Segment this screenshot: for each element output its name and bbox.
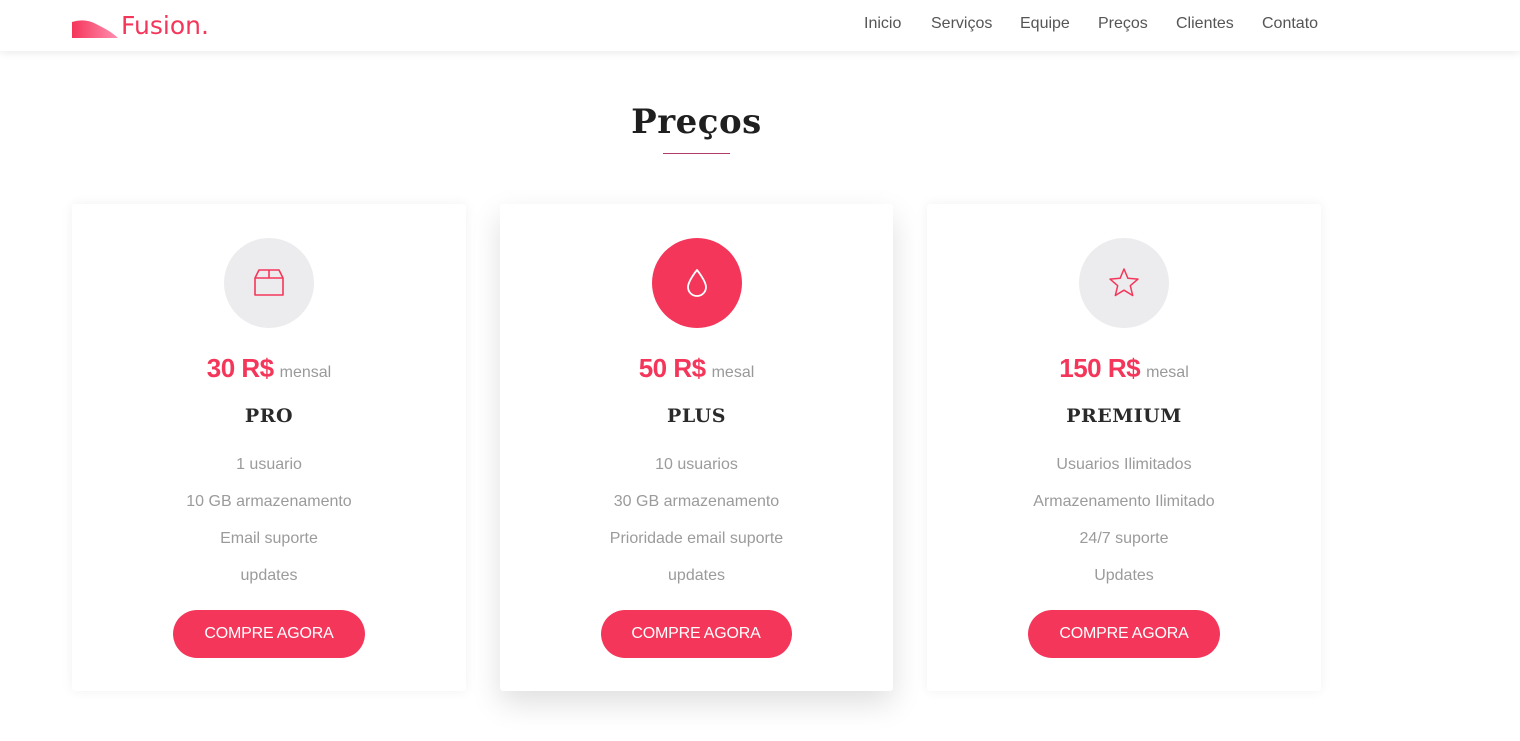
feature-list: 1 usuario 10 GB armazenamento Email supo…: [72, 446, 466, 594]
nav-item-equipe[interactable]: Equipe: [1020, 14, 1070, 34]
nav-item-clientes[interactable]: Clientes: [1176, 14, 1234, 34]
plan-price: 50 R$: [638, 353, 706, 383]
plan-price: 30 R$: [206, 353, 274, 383]
buy-now-button[interactable]: COMPRE AGORA: [1028, 610, 1220, 658]
section-title: Preços: [631, 102, 762, 142]
plan-icon-circle: [224, 238, 314, 328]
nav-item-contato[interactable]: Contato: [1262, 14, 1318, 34]
title-underline: [663, 153, 730, 154]
page: Fusion. Inicio Serviços Equipe Preços Cl…: [0, 0, 1520, 741]
plan-period: mesal: [711, 364, 755, 381]
pricing-card-premium: 150 R$ mesal PREMIUM Usuarios Ilimitados…: [927, 204, 1321, 691]
main-nav: Inicio Serviços Equipe Preços Clientes C…: [0, 14, 1520, 36]
feature-item: Updates: [1094, 567, 1154, 584]
plan-name: PREMIUM: [1066, 405, 1182, 427]
nav-item-inicio[interactable]: Inicio: [864, 14, 901, 34]
feature-list: Usuarios Ilimitados Armazenamento Ilimit…: [927, 446, 1321, 594]
box-icon: [254, 269, 284, 296]
price-row: 150 R$ mesal: [927, 350, 1321, 386]
plan-price: 150 R$: [1059, 353, 1141, 383]
feature-list: 10 usuarios 30 GB armazenamento Priorida…: [500, 446, 893, 594]
plan-icon-circle: [1079, 238, 1169, 328]
feature-item: Usuarios Ilimitados: [1056, 456, 1192, 473]
feature-item: 10 usuarios: [655, 456, 738, 473]
feature-item: Email suporte: [220, 530, 318, 547]
price-row: 30 R$ mensal: [72, 350, 466, 386]
feature-item: 30 GB armazenamento: [613, 493, 780, 510]
feature-item: updates: [240, 567, 298, 584]
feature-item: 24/7 suporte: [1079, 530, 1169, 547]
feature-item: Armazenamento Ilimitado: [1033, 493, 1215, 510]
plan-period: mensal: [279, 364, 332, 381]
droplet-icon: [686, 269, 707, 297]
feature-item: 10 GB armazenamento: [186, 493, 352, 510]
plan-name: PRO: [244, 405, 294, 427]
feature-item: updates: [668, 567, 725, 584]
feature-item: 1 usuario: [236, 456, 302, 473]
site-header: Fusion. Inicio Serviços Equipe Preços Cl…: [0, 0, 1520, 51]
nav-item-servicos[interactable]: Serviços: [931, 14, 992, 34]
star-icon: [1109, 268, 1139, 297]
plan-period: mesal: [1146, 364, 1189, 381]
nav-item-precos[interactable]: Preços: [1098, 14, 1148, 34]
price-row: 50 R$ mesal: [500, 350, 893, 386]
feature-item: Prioridade email suporte: [609, 530, 784, 547]
pricing-card-pro: 30 R$ mensal PRO 1 usuario 10 GB armazen…: [72, 204, 466, 691]
buy-now-button[interactable]: COMPRE AGORA: [600, 610, 792, 658]
buy-now-button[interactable]: COMPRE AGORA: [173, 610, 365, 658]
plan-icon-circle: [651, 238, 742, 328]
pricing-card-plus: 50 R$ mesal PLUS 10 usuarios 30 GB armaz…: [500, 204, 893, 691]
plan-name: PLUS: [667, 405, 726, 427]
